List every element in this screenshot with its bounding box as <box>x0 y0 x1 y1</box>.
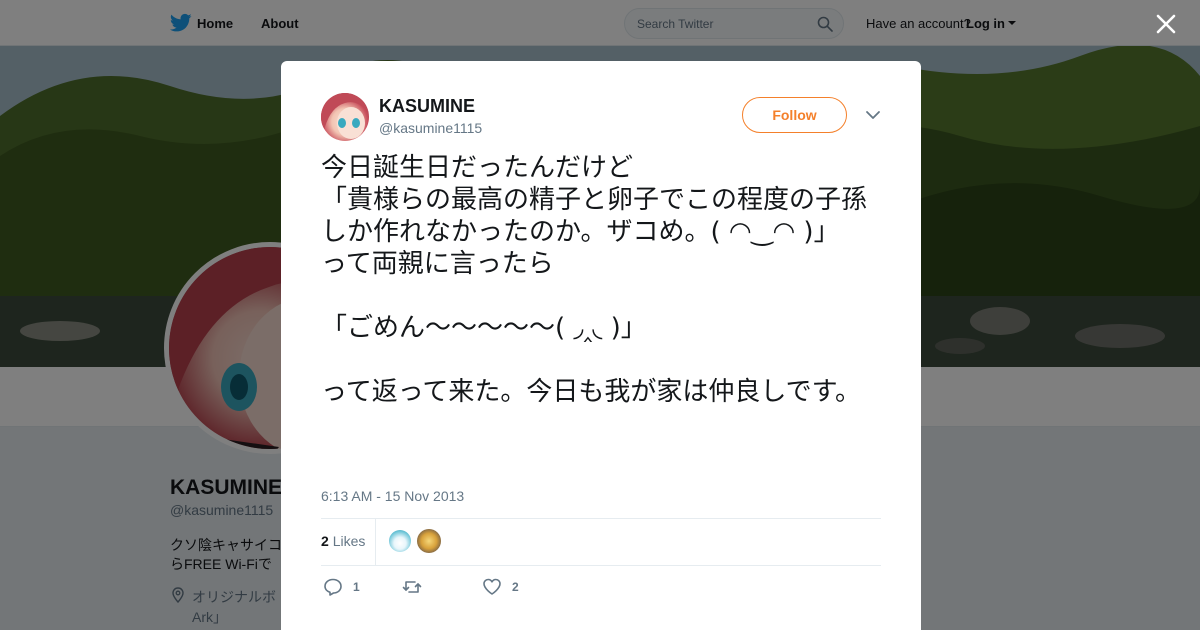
divider <box>375 519 376 565</box>
heart-icon <box>483 578 501 595</box>
tweet-text: 今日誕生日だったんだけど 「貴様らの最高の精子と卵子でこの程度の子孫しか作れなか… <box>321 153 868 407</box>
anime-avatar-art <box>321 93 369 141</box>
follow-button[interactable]: Follow <box>742 97 847 133</box>
tweet-timestamp[interactable]: 6:13 AM - 15 Nov 2013 <box>321 488 464 504</box>
divider <box>321 565 881 566</box>
close-icon[interactable] <box>1154 12 1178 36</box>
tweet-author-name[interactable]: KASUMINE <box>379 96 475 117</box>
likes-label: Likes <box>332 533 366 549</box>
retweet-button[interactable] <box>402 577 426 597</box>
reply-icon <box>324 578 342 596</box>
liker-avatar[interactable] <box>389 530 411 552</box>
reply-count: 1 <box>353 580 360 594</box>
tweet-author-avatar[interactable] <box>321 93 369 141</box>
chevron-down-icon[interactable] <box>865 109 881 121</box>
likes-summary[interactable]: 2 Likes <box>321 533 365 549</box>
like-count: 2 <box>512 580 519 594</box>
divider <box>321 518 881 519</box>
reply-button[interactable]: 1 <box>323 577 363 597</box>
liker-avatar[interactable] <box>417 529 441 553</box>
likes-count: 2 <box>321 533 329 549</box>
tweet-modal: KASUMINE @kasumine1115 Follow 今日誕生日だったんだ… <box>281 61 921 630</box>
page: Home About Have an account? Log in <box>0 0 1200 630</box>
like-button[interactable]: 2 <box>482 577 522 597</box>
tweet-author-handle[interactable]: @kasumine1115 <box>379 120 482 136</box>
retweet-icon <box>402 581 422 593</box>
